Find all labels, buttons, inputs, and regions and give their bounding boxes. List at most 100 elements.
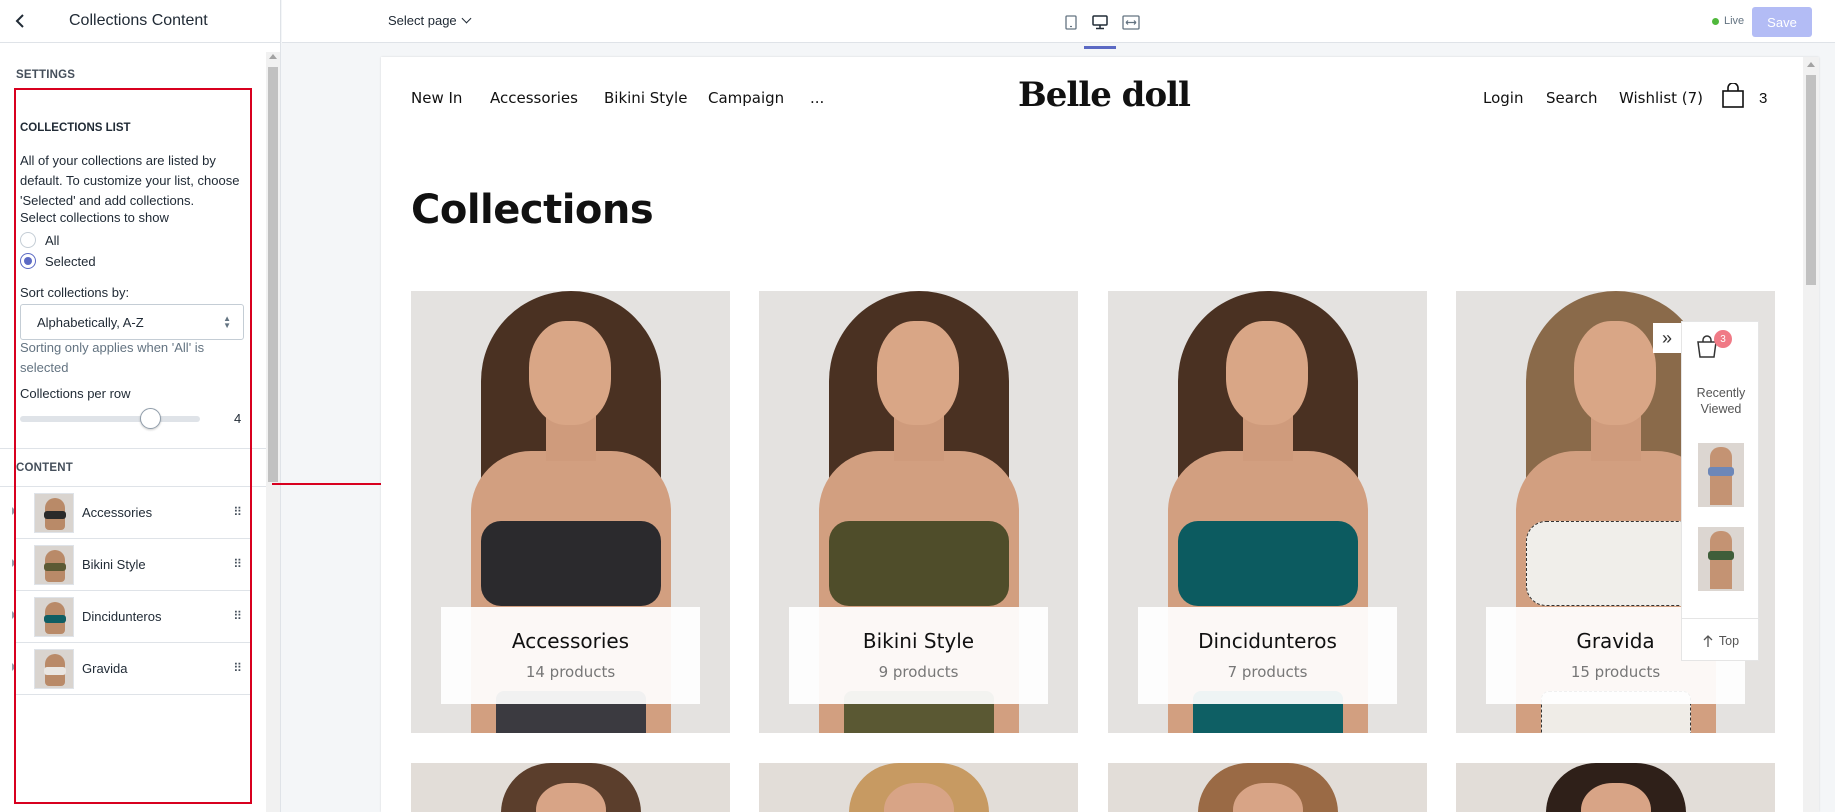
collection-card-label: Dincidunteros 7 products	[1138, 607, 1397, 704]
radio-button[interactable]	[20, 232, 36, 248]
content-section-label: CONTENT	[16, 462, 73, 474]
drag-handle-icon[interactable]: ⠿	[233, 609, 242, 623]
nav-link-login[interactable]: Login	[1483, 89, 1523, 107]
collection-card-count: 7 products	[1227, 663, 1308, 681]
thumb-swimwear	[44, 510, 66, 519]
shopping-bag-icon[interactable]	[1721, 83, 1745, 109]
store-logo[interactable]: Belle doll	[1018, 75, 1191, 115]
mobile-view-button[interactable]	[1060, 12, 1082, 32]
editor-topbar: Select page Live Save	[282, 0, 1835, 49]
content-item-label: Accessories	[82, 505, 153, 520]
sidebar-scrollbar[interactable]	[266, 52, 280, 812]
active-view-indicator	[1084, 46, 1116, 49]
back-to-top-button[interactable]: Top	[1682, 618, 1760, 662]
content-item-bikini-style[interactable]: Bikini Style ⠿	[12, 539, 250, 591]
drag-handle-icon[interactable]: ⠿	[233, 661, 242, 675]
collection-card-label: Accessories 14 products	[441, 607, 700, 704]
recently-viewed-thumb[interactable]	[1698, 443, 1744, 507]
collection-card-title: Bikini Style	[862, 629, 975, 653]
sidebar-header: Collections Content	[0, 0, 280, 43]
collection-thumbnail	[34, 596, 74, 637]
page-heading: Collections	[411, 187, 654, 233]
collection-card-row2[interactable]	[1456, 763, 1775, 812]
save-button[interactable]: Save	[1752, 7, 1812, 37]
per-row-slider-handle[interactable]	[140, 408, 161, 429]
sidebar-title: Collections Content	[69, 12, 208, 29]
sort-select[interactable]: Alphabetically, A-Z ▲ ▼	[20, 304, 244, 340]
sort-select-value: Alphabetically, A-Z	[37, 314, 144, 330]
collection-card-row2[interactable]	[759, 763, 1078, 812]
per-row-value: 4	[234, 411, 242, 426]
fullwidth-view-icon	[1122, 14, 1140, 30]
select-collections-label: Select collections to show	[20, 210, 169, 225]
desktop-view-icon	[1092, 14, 1108, 29]
collection-card-dincidunteros[interactable]: Dincidunteros 7 products	[1108, 291, 1427, 733]
collection-card-title: Dincidunteros	[1198, 629, 1337, 653]
back-button[interactable]	[0, 0, 40, 43]
nav-link-wishlist[interactable]: Wishlist (7)	[1619, 89, 1703, 107]
content-item-gravida[interactable]: Gravida ⠿	[12, 643, 250, 695]
collection-card-bikini-style[interactable]: Bikini Style 9 products	[759, 291, 1078, 733]
settings-section-label: SETTINGS	[16, 69, 76, 81]
per-row-slider-track[interactable]	[20, 416, 200, 422]
nav-link-search[interactable]: Search	[1546, 89, 1598, 107]
nav-link-more[interactable]: ...	[810, 89, 824, 107]
radio-button-checked[interactable]	[20, 253, 36, 269]
double-chevron-right-icon: »	[1661, 327, 1672, 348]
live-status-dot	[1712, 17, 1719, 25]
select-page-dropdown[interactable]: Select page	[388, 13, 472, 28]
collections-list-title: COLLECTIONS LIST	[20, 122, 131, 134]
expand-arrow-icon[interactable]	[12, 559, 16, 567]
expand-arrow-icon[interactable]	[12, 611, 16, 619]
drag-handle-icon[interactable]: ⠿	[233, 557, 242, 571]
nav-link-new-in[interactable]: New In	[411, 89, 462, 107]
drag-handle-icon[interactable]: ⠿	[233, 505, 242, 519]
nav-link-campaign[interactable]: Campaign	[708, 89, 784, 107]
select-page-label: Select page	[388, 13, 457, 28]
nav-link-bikini-style[interactable]: Bikini Style	[604, 89, 687, 107]
recently-viewed-thumb[interactable]	[1698, 527, 1744, 591]
divider	[0, 448, 266, 449]
collection-card-count: 14 products	[525, 663, 616, 681]
collection-thumbnail	[34, 492, 74, 533]
collections-list-description: All of your collections are listed by de…	[20, 153, 240, 208]
back-to-top-label: Top	[1718, 633, 1740, 648]
store-preview: New In Accessories Bikini Style Campaign…	[381, 57, 1819, 812]
radio-all-label: All	[45, 232, 60, 248]
preview-scrollbar[interactable]	[1803, 57, 1819, 812]
desktop-view-button[interactable]	[1089, 12, 1111, 32]
radio-all[interactable]: All	[20, 232, 59, 248]
arrow-up-icon	[1703, 634, 1713, 647]
cart-count: 3	[1759, 90, 1768, 107]
sort-label: Sort collections by:	[20, 285, 130, 300]
content-item-label: Gravida	[82, 661, 128, 676]
scrollbar-thumb[interactable]	[268, 67, 278, 482]
collection-card-accessories[interactable]: Accessories 14 products	[411, 291, 730, 733]
recently-viewed-title: Recently Viewed	[1696, 386, 1746, 416]
collection-thumbnail	[34, 544, 74, 585]
nav-link-accessories[interactable]: Accessories	[490, 89, 578, 107]
collapse-panel-button[interactable]: »	[1653, 323, 1681, 353]
chevron-left-icon	[15, 14, 24, 28]
content-item-accessories[interactable]: Accessories ⠿	[12, 487, 250, 539]
fullwidth-view-button[interactable]	[1120, 12, 1142, 32]
cart-badge: 3	[1714, 330, 1732, 348]
collection-thumbnail	[34, 648, 74, 689]
expand-arrow-icon[interactable]	[12, 663, 16, 671]
radio-selected[interactable]: Selected	[20, 253, 96, 269]
collection-card-count: 15 products	[1570, 663, 1661, 681]
chevron-down-icon	[461, 13, 472, 24]
content-item-label: Dincidunteros	[82, 609, 162, 624]
radio-selected-label: Selected	[45, 253, 96, 269]
collection-card-row2[interactable]	[1108, 763, 1427, 812]
expand-arrow-icon[interactable]	[12, 507, 16, 515]
scroll-up-arrow-icon[interactable]	[1807, 62, 1815, 67]
theme-editor-sidebar: Collections Content SETTINGS COLLECTIONS…	[0, 0, 281, 812]
card-swim-top	[481, 521, 661, 606]
collection-card-count: 9 products	[878, 663, 959, 681]
scroll-up-arrow-icon[interactable]	[269, 54, 277, 59]
collection-card-row2[interactable]	[411, 763, 730, 812]
sort-help-text: Sorting only applies when 'All' is selec…	[20, 340, 205, 375]
preview-scrollbar-thumb[interactable]	[1806, 75, 1816, 285]
content-item-dincidunteros[interactable]: Dincidunteros ⠿	[12, 591, 250, 643]
